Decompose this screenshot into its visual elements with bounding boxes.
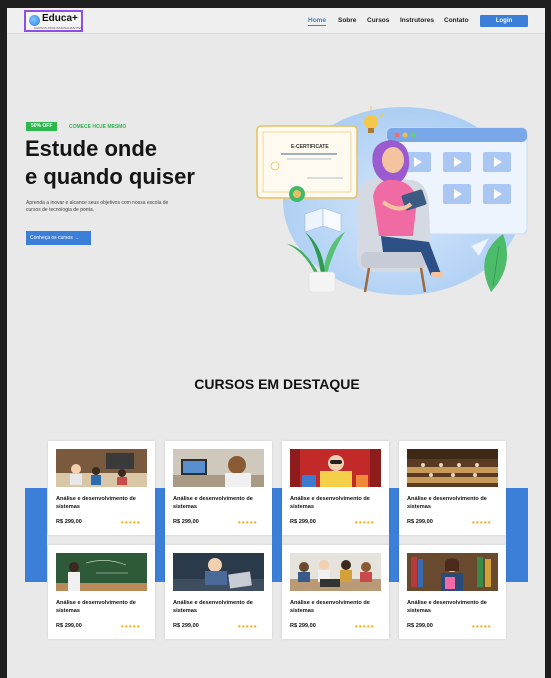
course-title: Análise e desenvolvimento de sistemas <box>290 496 370 510</box>
blue-band-left <box>25 488 47 582</box>
logo-globe-icon <box>29 15 40 26</box>
course-rating-stars: ★★★★★ <box>354 520 374 526</box>
logo-text: Educa+ <box>42 13 78 24</box>
logo-subtitle: CURSOS PROFISSIONALIZANTES <box>34 26 83 30</box>
course-image-student-laptop <box>173 553 264 591</box>
hero-title: Estude onde e quando quiser <box>25 135 195 191</box>
course-rating-stars: ★★★★★ <box>237 624 257 630</box>
course-price: R$ 299,00 <box>407 519 433 525</box>
course-card[interactable]: Análise e desenvolvimento de sistemas R$… <box>282 441 389 535</box>
course-rating-stars: ★★★★★ <box>471 520 491 526</box>
blue-band-right <box>506 488 528 582</box>
blue-band-gap-3 <box>389 488 399 582</box>
nav-contato[interactable]: Contato <box>444 17 469 24</box>
course-title: Análise e desenvolvimento de sistemas <box>173 496 253 510</box>
navbar: Educa+ CURSOS PROFISSIONALIZANTES Home S… <box>7 8 545 34</box>
blue-band-gap-1 <box>155 488 165 582</box>
course-card[interactable]: Análise e desenvolvimento de sistemas R$… <box>48 545 155 639</box>
course-price: R$ 299,00 <box>173 623 199 629</box>
course-image-classroom <box>56 449 147 487</box>
course-card[interactable]: Análise e desenvolvimento de sistemas R$… <box>282 545 389 639</box>
course-card[interactable]: Análise e desenvolvimento de sistemas R$… <box>48 441 155 535</box>
logo[interactable]: Educa+ CURSOS PROFISSIONALIZANTES <box>24 10 83 32</box>
course-price: R$ 299,00 <box>290 519 316 525</box>
hero-description: Aprenda a inovar e alcance seus objetivo… <box>26 200 169 213</box>
featured-section-title: CURSOS EM DESTAQUE <box>194 376 360 392</box>
course-card[interactable]: Análise e desenvolvimento de sistemas R$… <box>165 441 272 535</box>
course-image-student-books <box>290 449 381 487</box>
hero-title-line-2: e quando quiser <box>25 164 195 189</box>
course-image-library <box>407 449 498 487</box>
certificate-icon <box>256 125 358 202</box>
course-price: R$ 299,00 <box>407 623 433 629</box>
hero-tag: COMECE HOJE MESMO <box>69 124 127 130</box>
course-card[interactable]: Análise e desenvolvimento de sistemas R$… <box>399 545 506 639</box>
course-price: R$ 299,00 <box>173 519 199 525</box>
nav-home[interactable]: Home <box>308 17 327 26</box>
login-button[interactable]: Login <box>480 15 528 27</box>
course-title: Análise e desenvolvimento de sistemas <box>56 496 136 510</box>
course-title: Análise e desenvolvimento de sistemas <box>407 496 487 510</box>
course-image-laptop <box>173 449 264 487</box>
explore-courses-button[interactable]: Conheça os cursos → <box>26 231 91 245</box>
nav-sobre[interactable]: Sobre <box>338 17 356 24</box>
course-price: R$ 299,00 <box>56 623 82 629</box>
hero-illustration: E-CERTIFICATE <box>256 106 528 295</box>
certificate-label: E-CERTIFICATE <box>291 144 329 150</box>
course-rating-stars: ★★★★★ <box>471 624 491 630</box>
course-rating-stars: ★★★★★ <box>354 624 374 630</box>
nav-instrutores[interactable]: Instrutores <box>400 17 434 24</box>
discount-badge: 50% OFF <box>26 122 58 131</box>
course-rating-stars: ★★★★★ <box>237 520 257 526</box>
course-card[interactable]: Análise e desenvolvimento de sistemas R$… <box>399 441 506 535</box>
course-rating-stars: ★★★★★ <box>120 624 140 630</box>
hero-title-line-1: Estude onde <box>25 136 158 161</box>
course-title: Análise e desenvolvimento de sistemas <box>173 600 253 614</box>
course-image-bookshelf <box>407 553 498 591</box>
canvas-top-strip <box>0 0 551 8</box>
course-rating-stars: ★★★★★ <box>120 520 140 526</box>
blue-band-gap-2 <box>272 488 282 582</box>
course-card[interactable]: Análise e desenvolvimento de sistemas R$… <box>165 545 272 639</box>
course-price: R$ 299,00 <box>290 623 316 629</box>
course-title: Análise e desenvolvimento de sistemas <box>290 600 370 614</box>
course-title: Análise e desenvolvimento de sistemas <box>56 600 136 614</box>
course-image-chalkboard <box>56 553 147 591</box>
nav-cursos[interactable]: Cursos <box>367 17 389 24</box>
course-title: Análise e desenvolvimento de sistemas <box>407 600 487 614</box>
landing-page: Educa+ CURSOS PROFISSIONALIZANTES Home S… <box>7 8 545 678</box>
course-price: R$ 299,00 <box>56 519 82 525</box>
course-image-group-study <box>290 553 381 591</box>
